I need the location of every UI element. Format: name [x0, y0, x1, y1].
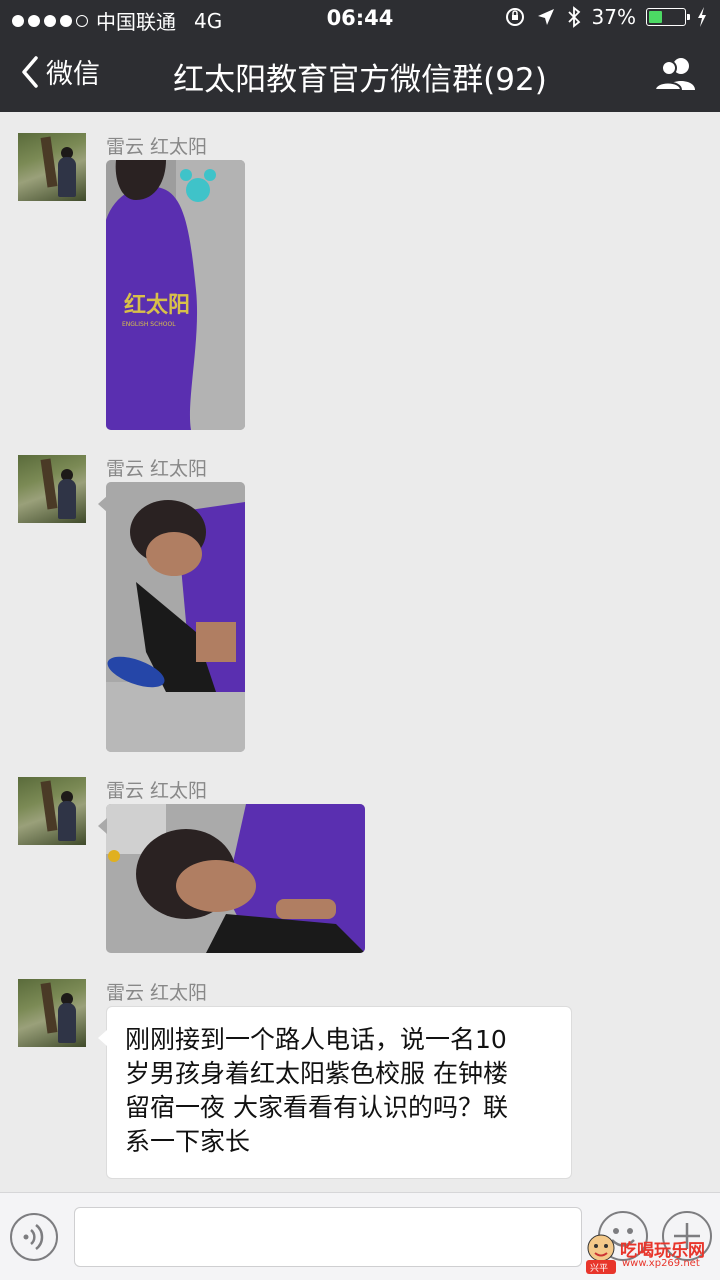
rotation-lock-icon: [505, 8, 524, 26]
watermark-badge: 兴平: [590, 1263, 608, 1274]
charging-icon: [698, 7, 706, 27]
message-bubble[interactable]: 刚刚接到一个路人电话，说一名10 岁男孩身着红太阳紫色校服 在钟楼 留宿一夜 大…: [106, 1006, 572, 1179]
watermark-mascot-icon: 兴平: [586, 1234, 616, 1274]
avatar[interactable]: [18, 777, 86, 845]
bluetooth-icon: [567, 6, 580, 28]
uniform-logo-subtext: ENGLISH SCHOOL: [122, 321, 176, 328]
location-icon: [537, 9, 554, 25]
battery-percent: 37%: [591, 5, 636, 29]
uniform-logo-text: 红太阳: [124, 292, 190, 318]
message-text-line: 系一下家长: [125, 1127, 251, 1156]
site-watermark: 兴平 吃喝玩乐网 www.xp269.net: [582, 1232, 714, 1276]
message-text-line: 岁男孩身着红太阳紫色校服 在钟楼: [125, 1059, 508, 1088]
voice-icon: [23, 1224, 44, 1250]
nav-bar: 微信 红太阳教育官方微信群(92): [0, 36, 720, 112]
group-members-icon[interactable]: [654, 54, 698, 94]
input-bar: 兴平 吃喝玩乐网 www.xp269.net: [0, 1192, 720, 1280]
sender-name: 雷云 红太阳: [106, 982, 208, 1004]
status-bar: 中国联通 4G 06:44 37%: [0, 0, 720, 36]
message-photo[interactable]: [106, 482, 245, 752]
message-text-line: 留宿一夜 大家看看有认识的吗？联: [125, 1093, 508, 1122]
voice-button[interactable]: [10, 1213, 58, 1261]
message-photo[interactable]: [106, 804, 365, 953]
sender-name: 雷云 红太阳: [106, 136, 208, 158]
message-photo[interactable]: 红太阳 ENGLISH SCHOOL: [106, 160, 245, 430]
watermark-url: www.xp269.net: [622, 1258, 700, 1269]
avatar[interactable]: [18, 455, 86, 523]
chat-title: 红太阳教育官方微信群(92): [173, 62, 547, 98]
sender-name: 雷云 红太阳: [106, 780, 208, 802]
top-bar: 中国联通 4G 06:44 37% 微信 红太阳教育官方微信群(92): [0, 0, 720, 112]
avatar[interactable]: [18, 133, 86, 201]
battery-icon: [646, 8, 690, 26]
message-text-line: 刚刚接到一个路人电话，说一名10: [125, 1025, 507, 1054]
message-input[interactable]: [74, 1207, 582, 1267]
sender-name: 雷云 红太阳: [106, 458, 208, 480]
avatar[interactable]: [18, 979, 86, 1047]
